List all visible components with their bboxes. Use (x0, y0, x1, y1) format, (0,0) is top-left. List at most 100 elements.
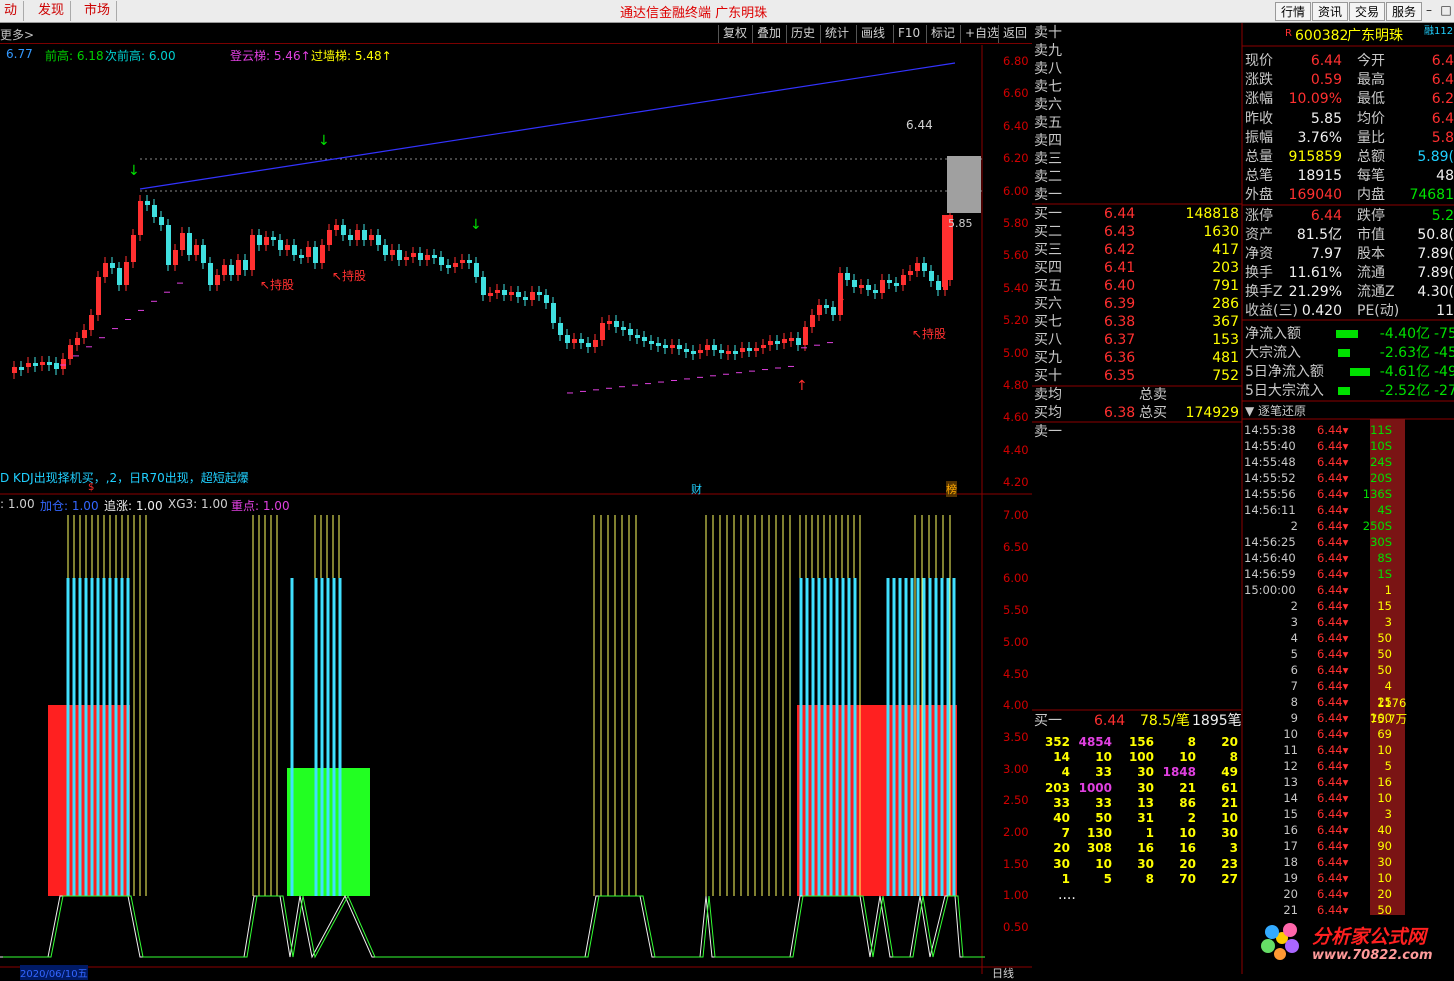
candle-body (369, 235, 374, 240)
y-tick-main: 5.20 (1003, 313, 1029, 328)
total-buy-label: 总买 (1139, 405, 1167, 421)
candle-body (376, 235, 381, 245)
sell-level-label: 卖二 (1034, 169, 1062, 185)
quote-value: 6.4 (1431, 72, 1454, 89)
btn-news[interactable]: 资讯 (1312, 2, 1349, 21)
candle-body (719, 350, 724, 353)
buy-level-vol: 367 (1212, 314, 1239, 330)
candle-body (880, 280, 885, 293)
logo-name: 分析家公式网 (1312, 926, 1427, 948)
y-tick-main: 6.80 (1003, 54, 1029, 68)
candle-body (446, 265, 451, 268)
sub-legend-add: 加仓: 1.00 (40, 499, 99, 513)
quote-label: 现价 (1245, 53, 1273, 69)
candle-body (747, 348, 752, 351)
candle-body (824, 305, 829, 308)
buy-level-label: 买一 (1034, 206, 1062, 222)
flow-value: -2.52亿 (1379, 383, 1430, 399)
minimize-icon[interactable]: – (1420, 0, 1438, 20)
candle-body (82, 330, 87, 338)
candle-body (537, 292, 542, 295)
y-tick-main: 5.60 (1003, 248, 1029, 263)
stock-code: 600382 (1295, 28, 1349, 44)
quote-label: 均价 (1357, 110, 1385, 127)
candle-body (327, 230, 332, 245)
quote-label: 每笔 (1357, 168, 1385, 185)
candle-body (152, 205, 157, 217)
candle-body (509, 292, 514, 295)
candle-body (530, 292, 535, 300)
candle-body (782, 339, 787, 343)
buy-level-label: 买七 (1034, 314, 1062, 330)
buy1-summary-label: 买一 (1034, 713, 1062, 729)
tick-header[interactable]: ▼ 逐笔还原 (1245, 402, 1306, 420)
candle-body (859, 285, 864, 288)
y-tick-main: 5.00 (1003, 345, 1029, 360)
btn-quote[interactable]: 行情 (1275, 2, 1312, 21)
candle-body (54, 363, 59, 369)
btn-service[interactable]: 服务 (1386, 2, 1423, 21)
candle-body (607, 321, 612, 324)
candle-body (383, 245, 388, 255)
more-button[interactable]: 更多> (0, 26, 34, 43)
fund-value: 7.89( (1417, 246, 1454, 262)
candle-body (292, 245, 297, 255)
candle-body (740, 348, 745, 352)
candle-body (390, 250, 395, 255)
candle-body (873, 290, 878, 293)
nav-market[interactable]: 市场 (78, 1, 118, 21)
quote-value: 5.85 (1310, 110, 1342, 127)
stock-name: 广东明珠 (1347, 28, 1403, 44)
y-tick-main: 4.80 (1003, 378, 1029, 392)
fund-value: 21.29% (1288, 284, 1342, 300)
btn-fuquan[interactable]: 复权 (718, 25, 751, 43)
btn-back[interactable]: 返回 (998, 25, 1031, 43)
nav-item-0[interactable]: 动 (0, 1, 25, 21)
queue-more: .... (1058, 887, 1076, 903)
period-label[interactable]: 日线 (992, 965, 1014, 981)
candle-body (131, 235, 136, 262)
quote-value: 48 (1436, 168, 1454, 185)
down-arrow-icon: ↓ (470, 217, 482, 233)
candle-body (866, 285, 871, 290)
envelope-line-green (3, 894, 985, 959)
candle-body (481, 277, 486, 295)
nav-discover[interactable]: 发现 (32, 1, 72, 21)
marker-bang: 榜 (946, 481, 957, 497)
flow-bar (1350, 368, 1370, 376)
btn-trade[interactable]: 交易 (1349, 2, 1386, 21)
total-buy-value: 174929 (1185, 405, 1239, 421)
flow-bar (1338, 387, 1350, 395)
y-tick-main: 4.20 (1003, 475, 1029, 490)
quote-value: 6.4 (1431, 53, 1454, 69)
candle-body (726, 351, 731, 354)
candle-body (138, 201, 143, 235)
flow-bar (1336, 330, 1358, 338)
candle-body (551, 303, 556, 323)
y-tick-main: 5.80 (1003, 216, 1029, 230)
candle-body (936, 281, 941, 290)
btn-history[interactable]: 历史 (786, 25, 819, 43)
quote-value: 74681 (1409, 187, 1454, 204)
kline-chart-area[interactable]: ↓ ↓ ↓ ↑ ↑ 6.77 前高: 6.18 次前高: 6.00 登云梯: 5.46↑… (0, 45, 1032, 980)
quote-label: 总量 (1245, 149, 1273, 165)
quote-label: 涨幅 (1245, 91, 1273, 108)
candle-body (705, 345, 710, 350)
queue-cell: 27 (1221, 871, 1238, 886)
candle-body (180, 233, 185, 250)
btn-draw[interactable]: 画线 (856, 25, 889, 43)
buy-level-label: 买三 (1034, 242, 1062, 258)
y-tick-main: 6.40 (1003, 118, 1029, 133)
candle-body (768, 341, 773, 345)
queue-cell: 70 (1179, 871, 1196, 886)
avg-buy-price: 6.38 (1104, 405, 1136, 421)
btn-f10[interactable]: F10 (893, 25, 924, 43)
btn-stats[interactable]: 统计 (820, 25, 853, 43)
btn-mark[interactable]: 标记 (926, 25, 959, 43)
btn-add-watch[interactable]: +自选 (960, 25, 1003, 43)
candle-body (754, 348, 759, 351)
flow-value: -2.63亿 (1379, 345, 1430, 361)
btn-overlay[interactable]: 叠加 (752, 25, 785, 43)
maximize-icon[interactable]: □ (1437, 0, 1454, 20)
buy-level-vol: 752 (1212, 368, 1239, 384)
